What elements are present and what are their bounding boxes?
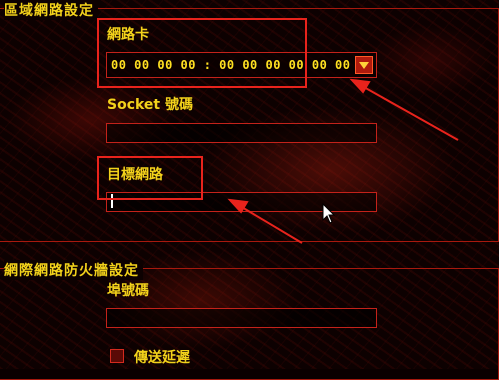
annotation-arrows bbox=[227, 78, 459, 244]
mouse-pointer-icon bbox=[322, 203, 336, 224]
red-arrow-icon bbox=[361, 85, 459, 141]
red-arrow-head-icon bbox=[349, 78, 371, 94]
red-arrow-icon bbox=[239, 205, 303, 244]
red-arrow-head-icon bbox=[227, 198, 249, 214]
